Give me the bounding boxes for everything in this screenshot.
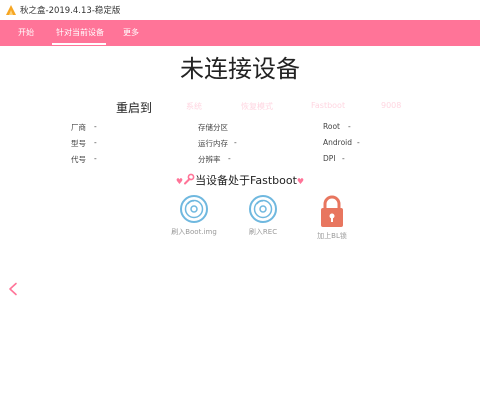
heart-icon: ♥ bbox=[175, 177, 184, 186]
reboot-recovery-button[interactable]: 恢复模式 bbox=[241, 101, 273, 112]
info-vendor-label: 厂商 bbox=[71, 123, 86, 132]
reboot-system-button[interactable]: 系统 bbox=[186, 101, 202, 112]
fastboot-mode-text: 当设备处于Fastboot bbox=[195, 174, 297, 187]
info-resolution-label: 分辨率 bbox=[198, 155, 221, 164]
device-status-title: 未连接设备 bbox=[180, 55, 300, 83]
info-model-label: 型号 bbox=[71, 139, 86, 148]
flash-recovery-label: 刷入REC bbox=[248, 228, 278, 236]
info-model-value: - bbox=[94, 138, 97, 147]
tab-more[interactable]: 更多 bbox=[123, 27, 139, 38]
info-android-label: Android bbox=[323, 138, 352, 147]
reboot-label: 重启到 bbox=[116, 101, 153, 115]
info-dpi-label: DPI bbox=[323, 154, 336, 163]
lock-icon bbox=[321, 195, 343, 227]
window-title: 秋之盒-2019.4.13-稳定版 bbox=[20, 6, 121, 16]
info-vendor-value: - bbox=[94, 122, 97, 131]
nav-bar: 开始 针对当前设备 更多 bbox=[0, 20, 480, 46]
wrench-icon bbox=[184, 173, 195, 185]
info-resolution-value: - bbox=[228, 154, 231, 163]
info-ram-label: 运行内存 bbox=[198, 139, 228, 148]
active-tab-indicator bbox=[52, 43, 106, 45]
tab-start[interactable]: 开始 bbox=[18, 27, 34, 38]
info-dpi-value: - bbox=[342, 154, 345, 163]
reboot-fastboot-button[interactable]: Fastboot bbox=[311, 101, 345, 110]
chevron-left-icon[interactable] bbox=[7, 282, 19, 296]
flash-boot-label: 刷入Boot.img bbox=[171, 228, 217, 236]
flash-boot-button[interactable]: 刷入Boot.img bbox=[162, 194, 226, 237]
flash-recovery-button[interactable]: 刷入REC bbox=[231, 194, 295, 237]
info-root-label: Root bbox=[323, 122, 340, 131]
info-ram-value: - bbox=[234, 138, 237, 147]
disc-icon bbox=[180, 195, 208, 223]
disc-icon bbox=[249, 195, 277, 223]
lock-bootloader-label: 加上BL锁 bbox=[317, 232, 347, 240]
info-codename-label: 代号 bbox=[71, 155, 86, 164]
app-logo-icon bbox=[6, 5, 16, 15]
lock-bootloader-button[interactable]: 加上BL锁 bbox=[300, 194, 364, 241]
heart-icon: ♥ bbox=[296, 177, 305, 186]
info-root-value: - bbox=[348, 122, 351, 131]
fastboot-mode-heading: ♥ 当设备处于Fastboot♥ bbox=[0, 172, 480, 188]
reboot-9008-button[interactable]: 9008 bbox=[381, 101, 401, 110]
tab-current-device[interactable]: 针对当前设备 bbox=[56, 27, 104, 38]
info-codename-value: - bbox=[94, 154, 97, 163]
info-storage-label: 存储分区 bbox=[198, 123, 228, 132]
info-android-value: - bbox=[357, 138, 360, 147]
window-titlebar: 秋之盒-2019.4.13-稳定版 bbox=[0, 0, 480, 21]
